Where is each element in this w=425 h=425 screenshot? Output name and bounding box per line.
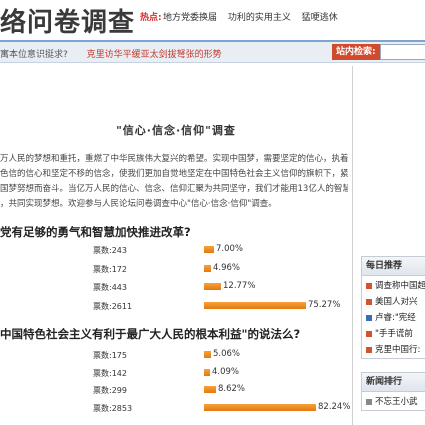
recommend-link[interactable]: 卢睿:"宪经: [375, 313, 416, 323]
result-row: 票数:243 7.00%: [0, 243, 352, 257]
survey-panel: "信心·信念·信仰"调查 万人民的梦想和重托，重燃了中华民族伟大复兴的希望。实现…: [0, 66, 353, 425]
intro-line: ，共同实现梦想。欢迎参与人民论坛问卷调查中心"信心·信念·信仰"调查。: [0, 199, 277, 209]
recommend-link[interactable]: "手手谎前: [375, 329, 413, 339]
vote-count: 票数:243: [93, 246, 127, 255]
daily-recommend-list: 调查称中国超 美国人对兴 卢睿:"宪经 "手手谎前 克里中国行:: [362, 276, 425, 358]
result-row: 票数:443 12.77%: [0, 280, 352, 294]
bullet-icon: [366, 330, 372, 337]
site-search-input[interactable]: [380, 44, 425, 60]
hot-links: 地方党委换届 功利的实用主义 猛哽逃休: [163, 10, 346, 23]
site-search-label: 站内检索:: [332, 44, 380, 60]
header: 络问卷调查 热点: 地方党委换届 功利的实用主义 猛哽逃休: [0, 0, 425, 38]
result-bar: [204, 302, 306, 309]
hot-link[interactable]: 功利的实用主义: [228, 13, 291, 23]
recommend-link[interactable]: 克里中国行:: [375, 345, 420, 355]
recommend-link[interactable]: 调查称中国超: [375, 281, 425, 291]
recommend-item[interactable]: "手手谎前: [366, 326, 425, 342]
result-bar: [204, 265, 211, 272]
result-percent: 75.27%: [308, 300, 341, 310]
bullet-icon: [366, 346, 372, 353]
site-title: 络问卷调查: [0, 8, 136, 38]
sidebar: 每日推荐 调查称中国超 美国人对兴 卢睿:"宪经 "手手谎前 克里中国行: 新闻…: [353, 66, 425, 425]
result-percent: 4.09%: [212, 367, 240, 377]
news-ticker: 寓本位意识挺求? 克里访华平缓亚太剑拔弩张的形势: [0, 47, 238, 60]
search-bar: 寓本位意识挺求? 克里访华平缓亚太剑拔弩张的形势 站内检索:: [0, 40, 425, 63]
result-bar: [204, 386, 216, 393]
result-bar: [204, 404, 316, 411]
recommend-link[interactable]: 美国人对兴: [375, 297, 418, 307]
result-row: 票数:2853 82.24%: [0, 401, 352, 415]
result-percent: 12.77%: [223, 281, 256, 291]
recommend-item[interactable]: 克里中国行:: [366, 342, 425, 358]
result-bar: [204, 369, 210, 376]
hot-link[interactable]: 猛哽逃休: [302, 13, 338, 23]
vote-count: 票数:172: [93, 265, 127, 274]
result-row: 票数:172 4.96%: [0, 262, 352, 276]
question-title: 中国特色社会主义有利于最广大人民的根本利益"的说法么?: [0, 327, 301, 341]
recommend-item[interactable]: 美国人对兴: [366, 294, 425, 310]
result-row: 票数:175 5.06%: [0, 348, 352, 362]
hot-label: 热点:: [140, 13, 162, 23]
news-ranking-box: 新闻排行 不忘王小武: [361, 372, 425, 411]
vote-count: 票数:175: [93, 351, 127, 360]
vote-count: 票数:443: [93, 283, 127, 292]
news-link[interactable]: 不忘王小武: [375, 397, 418, 407]
hot-link[interactable]: 地方党委换届: [163, 13, 217, 23]
result-row: 票数:299 8.62%: [0, 383, 352, 397]
bullet-icon: [366, 314, 372, 321]
recommend-item[interactable]: 卢睿:"宪经: [366, 310, 425, 326]
result-percent: 5.06%: [213, 349, 241, 359]
recommend-item[interactable]: 调查称中国超: [366, 278, 425, 294]
daily-recommend-title: 每日推荐: [362, 257, 425, 276]
news-item[interactable]: 不忘王小武: [366, 394, 425, 410]
result-row: 票数:142 4.09%: [0, 366, 352, 380]
news-ranking-list: 不忘王小武: [362, 392, 425, 410]
bullet-icon: [366, 282, 372, 289]
ticker-item[interactable]: 克里访华平缓亚太剑拔弩张的形势: [87, 50, 222, 60]
intro-line: 万人民的梦想和重托，重燃了中华民族伟大复兴的希望。实现中国梦，需要坚定的信心，执…: [0, 154, 348, 164]
survey-intro: 万人民的梦想和重托，重燃了中华民族伟大复兴的希望。实现中国梦，需要坚定的信心，执…: [0, 152, 348, 212]
intro-line: 国梦努想而奋斗。当亿万人民的信心、信念、信仰汇聚为共同坚守，我们才能用13亿人的…: [0, 184, 348, 194]
intro-line: 色信的信心和坚定不移的信念，使我们更加自觉地坚定在中国特色社会主义信仰的旗帜下，…: [0, 169, 348, 179]
bullet-icon: [366, 298, 372, 305]
result-row: 票数:2611 75.27%: [0, 299, 352, 313]
ticker-item[interactable]: 寓本位意识挺求?: [0, 50, 68, 60]
vote-count: 票数:142: [93, 369, 127, 378]
news-ranking-title: 新闻排行: [362, 373, 425, 392]
vote-count: 票数:299: [93, 386, 127, 395]
result-bar: [204, 351, 211, 358]
result-bar: [204, 246, 214, 253]
result-percent: 4.96%: [213, 263, 241, 273]
vote-count: 票数:2611: [93, 302, 133, 311]
vote-count: 票数:2853: [93, 404, 133, 413]
result-bar: [204, 283, 221, 290]
survey-title: "信心·信念·信仰"调查: [116, 124, 236, 137]
question-title: 党有足够的勇气和智慧加快推进改革?: [0, 225, 191, 239]
daily-recommend-box: 每日推荐 调查称中国超 美国人对兴 卢睿:"宪经 "手手谎前 克里中国行:: [361, 256, 425, 359]
bullet-icon: [366, 398, 372, 405]
result-percent: 8.62%: [218, 384, 246, 394]
result-percent: 7.00%: [216, 244, 244, 254]
result-percent: 82.24%: [318, 402, 351, 412]
